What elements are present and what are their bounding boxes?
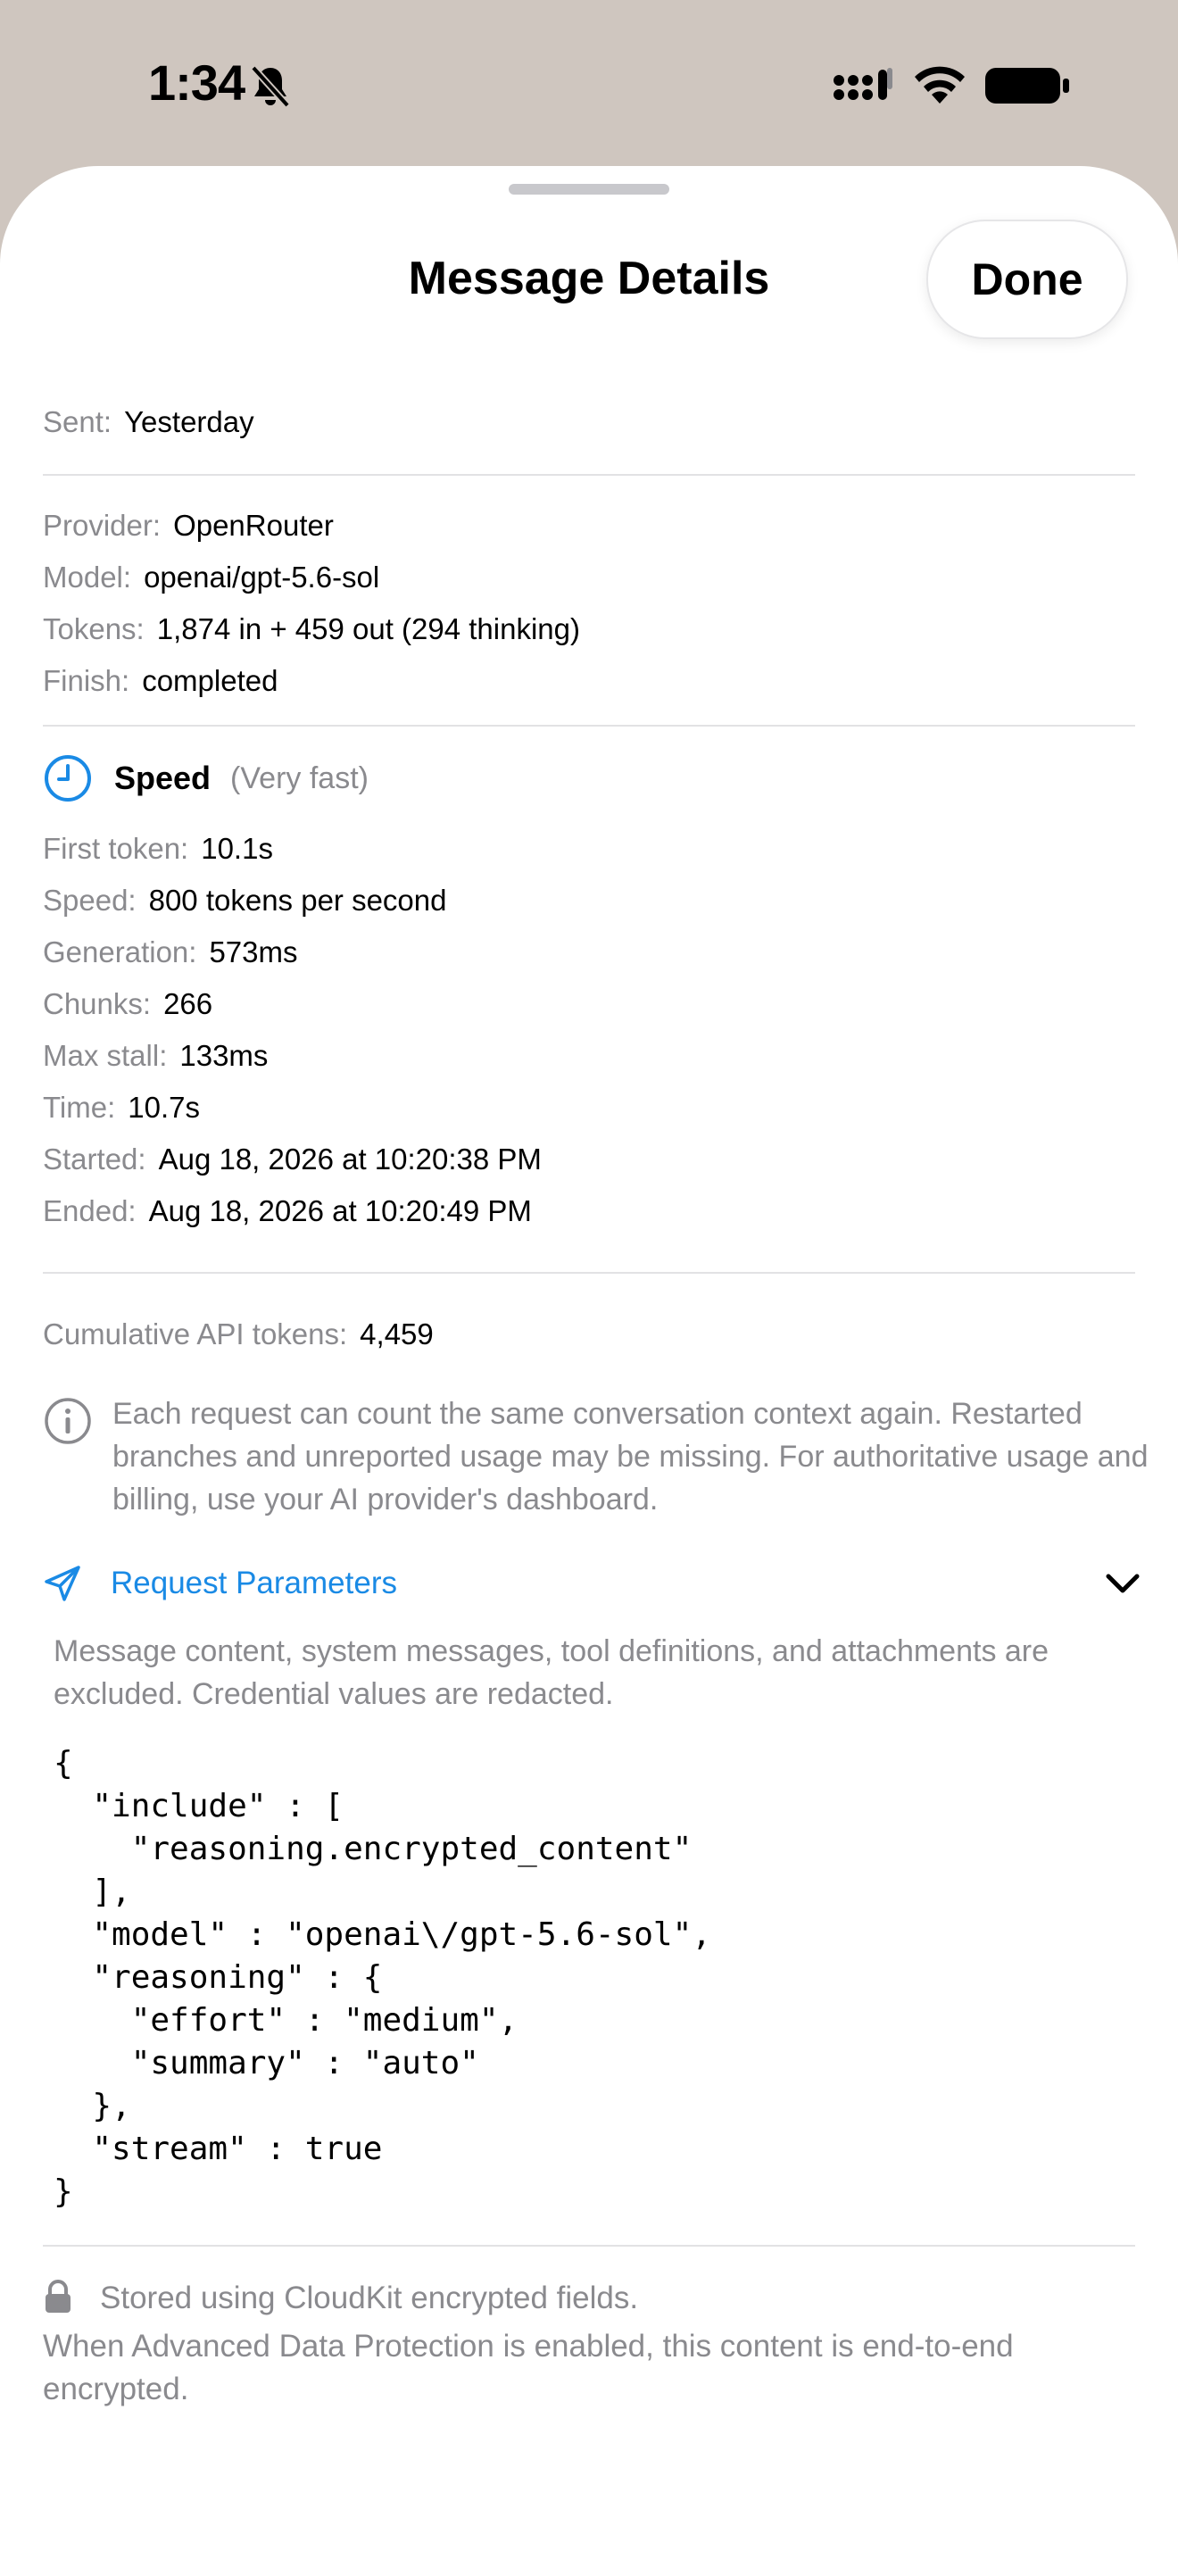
finish-value: completed bbox=[142, 664, 278, 697]
tokens-label: Tokens: bbox=[43, 612, 145, 645]
first-token-row: First token: 10.1s bbox=[43, 832, 273, 866]
time-value: 10.7s bbox=[128, 1091, 201, 1124]
lock-icon bbox=[46, 2280, 71, 2313]
provider-row: Provider: OpenRouter bbox=[43, 509, 334, 543]
model-row: Model: openai/gpt-5.6-sol bbox=[43, 561, 379, 594]
speed-qualifier: (Very fast) bbox=[230, 760, 369, 795]
started-value: Aug 18, 2026 at 10:20:38 PM bbox=[158, 1143, 542, 1176]
sent-label: Sent: bbox=[43, 405, 112, 438]
speed-title: Speed bbox=[114, 760, 212, 796]
finish-row: Finish: completed bbox=[43, 664, 278, 698]
request-parameters-label[interactable]: Request Parameters bbox=[111, 1566, 397, 1601]
chunks-label: Chunks: bbox=[43, 987, 152, 1020]
tokens-value: 1,874 in + 459 out (294 thinking) bbox=[156, 612, 580, 645]
generation-value: 573ms bbox=[209, 935, 298, 968]
status-time: 1:34 bbox=[148, 54, 245, 111]
sheet-grabber[interactable] bbox=[509, 184, 669, 195]
cellular-signal-icon bbox=[834, 68, 892, 100]
generation-label: Generation: bbox=[43, 935, 197, 968]
divider bbox=[43, 474, 1135, 476]
first-token-value: 10.1s bbox=[201, 832, 273, 865]
max-stall-label: Max stall: bbox=[43, 1039, 168, 1072]
time-row: Time: 10.7s bbox=[43, 1091, 200, 1125]
speed-label: Speed: bbox=[43, 884, 137, 917]
divider bbox=[43, 1272, 1135, 1274]
footer-storage-note: Stored using CloudKit encrypted fields. bbox=[100, 2281, 639, 2315]
info-note: Each request can count the same conversa… bbox=[43, 1392, 1149, 1521]
cumulative-value: 4,459 bbox=[360, 1317, 434, 1350]
provider-value: OpenRouter bbox=[173, 509, 334, 542]
speed-header: Speed (Very fast) bbox=[43, 752, 369, 805]
divider bbox=[43, 2245, 1135, 2247]
chevron-down-icon[interactable] bbox=[1105, 1571, 1141, 1596]
model-label: Model: bbox=[43, 561, 132, 594]
finish-label: Finish: bbox=[43, 664, 130, 697]
speed-value: 800 tokens per second bbox=[148, 884, 447, 917]
max-stall-row: Max stall: 133ms bbox=[43, 1039, 268, 1073]
chunks-row: Chunks: 266 bbox=[43, 987, 212, 1021]
sent-value: Yesterday bbox=[124, 405, 254, 438]
divider bbox=[43, 725, 1135, 727]
info-circle-icon bbox=[45, 1398, 91, 1444]
request-parameters-description: Message content, system messages, tool d… bbox=[54, 1634, 1049, 1711]
wifi-icon bbox=[915, 66, 965, 104]
chunks-value: 266 bbox=[163, 987, 213, 1020]
tokens-row: Tokens: 1,874 in + 459 out (294 thinking) bbox=[43, 612, 580, 646]
ended-value: Aug 18, 2026 at 10:20:49 PM bbox=[148, 1194, 532, 1227]
provider-label: Provider: bbox=[43, 509, 162, 542]
time-label: Time: bbox=[43, 1091, 116, 1124]
done-button[interactable]: Done bbox=[926, 220, 1128, 339]
model-value: openai/gpt-5.6-sol bbox=[144, 561, 380, 594]
started-label: Started: bbox=[43, 1143, 146, 1176]
request-parameters-header[interactable]: Request Parameters bbox=[43, 1557, 1141, 1610]
bell-slash-icon bbox=[251, 65, 290, 108]
footer-encryption-note: When Advanced Data Protection is enabled… bbox=[43, 2329, 1014, 2406]
started-row: Started: Aug 18, 2026 at 10:20:38 PM bbox=[43, 1143, 542, 1176]
max-stall-value: 133ms bbox=[179, 1039, 269, 1072]
sent-row: Sent: Yesterday bbox=[43, 405, 254, 439]
request-parameters-json: { "include" : [ "reasoning.encrypted_con… bbox=[54, 1745, 711, 2210]
info-note-text: Each request can count the same conversa… bbox=[112, 1397, 1149, 1517]
ended-row: Ended: Aug 18, 2026 at 10:20:49 PM bbox=[43, 1194, 532, 1228]
clock-icon bbox=[45, 755, 91, 802]
cumulative-label: Cumulative API tokens: bbox=[43, 1317, 348, 1350]
ended-label: Ended: bbox=[43, 1194, 137, 1227]
first-token-label: First token: bbox=[43, 832, 189, 865]
generation-row: Generation: 573ms bbox=[43, 935, 298, 969]
status-bar: 1:34 bbox=[0, 0, 1178, 170]
paper-plane-icon bbox=[45, 1566, 80, 1601]
cumulative-row: Cumulative API tokens: 4,459 bbox=[43, 1317, 434, 1351]
battery-icon bbox=[985, 68, 1069, 104]
speed-row: Speed: 800 tokens per second bbox=[43, 884, 447, 918]
